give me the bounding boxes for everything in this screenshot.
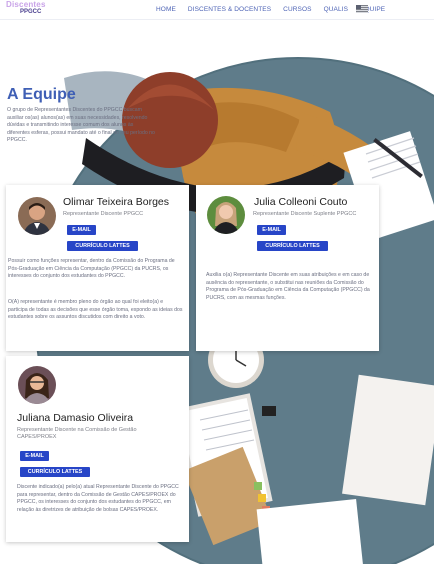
member-card-juliana: Juliana Damasio Oliveira Representante D… bbox=[6, 356, 189, 542]
email-button[interactable]: E-MAIL bbox=[67, 225, 96, 235]
nav-item-qualis[interactable]: QUALIS bbox=[324, 6, 348, 13]
logo-text-ppgcc: PPGCC bbox=[20, 9, 42, 15]
nav-item-home[interactable]: HOME bbox=[156, 6, 176, 13]
lattes-button[interactable]: CURRÍCULO LATTES bbox=[257, 241, 328, 251]
member-name: Julia Colleoni Couto bbox=[254, 196, 348, 208]
member-description: Discente indicado(a) pelo(a) atual Repre… bbox=[17, 484, 179, 514]
member-name: Olimar Teixeira Borges bbox=[63, 196, 170, 208]
member-description: Possuir como funções representar, dentro… bbox=[8, 258, 175, 280]
nav-item-cursos[interactable]: CURSOS bbox=[283, 6, 311, 13]
top-navbar: Discentes PPGCC HOME DISCENTES & DOCENTE… bbox=[0, 0, 434, 20]
lattes-button[interactable]: CURRÍCULO LATTES bbox=[67, 241, 138, 251]
site-logo[interactable]: Discentes PPGCC bbox=[6, 1, 46, 16]
page-title: A Equipe bbox=[7, 86, 76, 103]
email-button[interactable]: E-MAIL bbox=[20, 451, 49, 461]
email-button[interactable]: E-MAIL bbox=[257, 225, 286, 235]
us-flag-icon[interactable] bbox=[356, 5, 368, 13]
avatar-julia bbox=[207, 196, 245, 234]
member-description: Auxilia o(a) Representante Discente em s… bbox=[206, 272, 370, 302]
nav-item-discentes-docentes[interactable]: DISCENTES & DOCENTES bbox=[188, 6, 271, 13]
member-name: Juliana Damasio Oliveira bbox=[17, 412, 134, 424]
member-role: Representante Discente Suplente PPGCC bbox=[253, 211, 357, 217]
member-role: Representante Discente na Comissão de Ge… bbox=[17, 427, 137, 440]
member-role: Representante Discente PPGCC bbox=[63, 211, 144, 217]
member-description: O(A) representante é membro pleno do órg… bbox=[8, 299, 183, 321]
avatar-olimar bbox=[18, 197, 56, 235]
member-card-julia: Julia Colleoni Couto Representante Disce… bbox=[196, 185, 379, 351]
avatar-juliana bbox=[18, 366, 56, 404]
member-card-olimar: Olimar Teixeira Borges Representante Dis… bbox=[6, 185, 189, 351]
logo-text-discentes: Discentes bbox=[6, 0, 46, 9]
team-description: O grupo de Representantes Discentes do P… bbox=[7, 107, 155, 144]
lattes-button[interactable]: CURRÍCULO LATTES bbox=[20, 467, 90, 477]
